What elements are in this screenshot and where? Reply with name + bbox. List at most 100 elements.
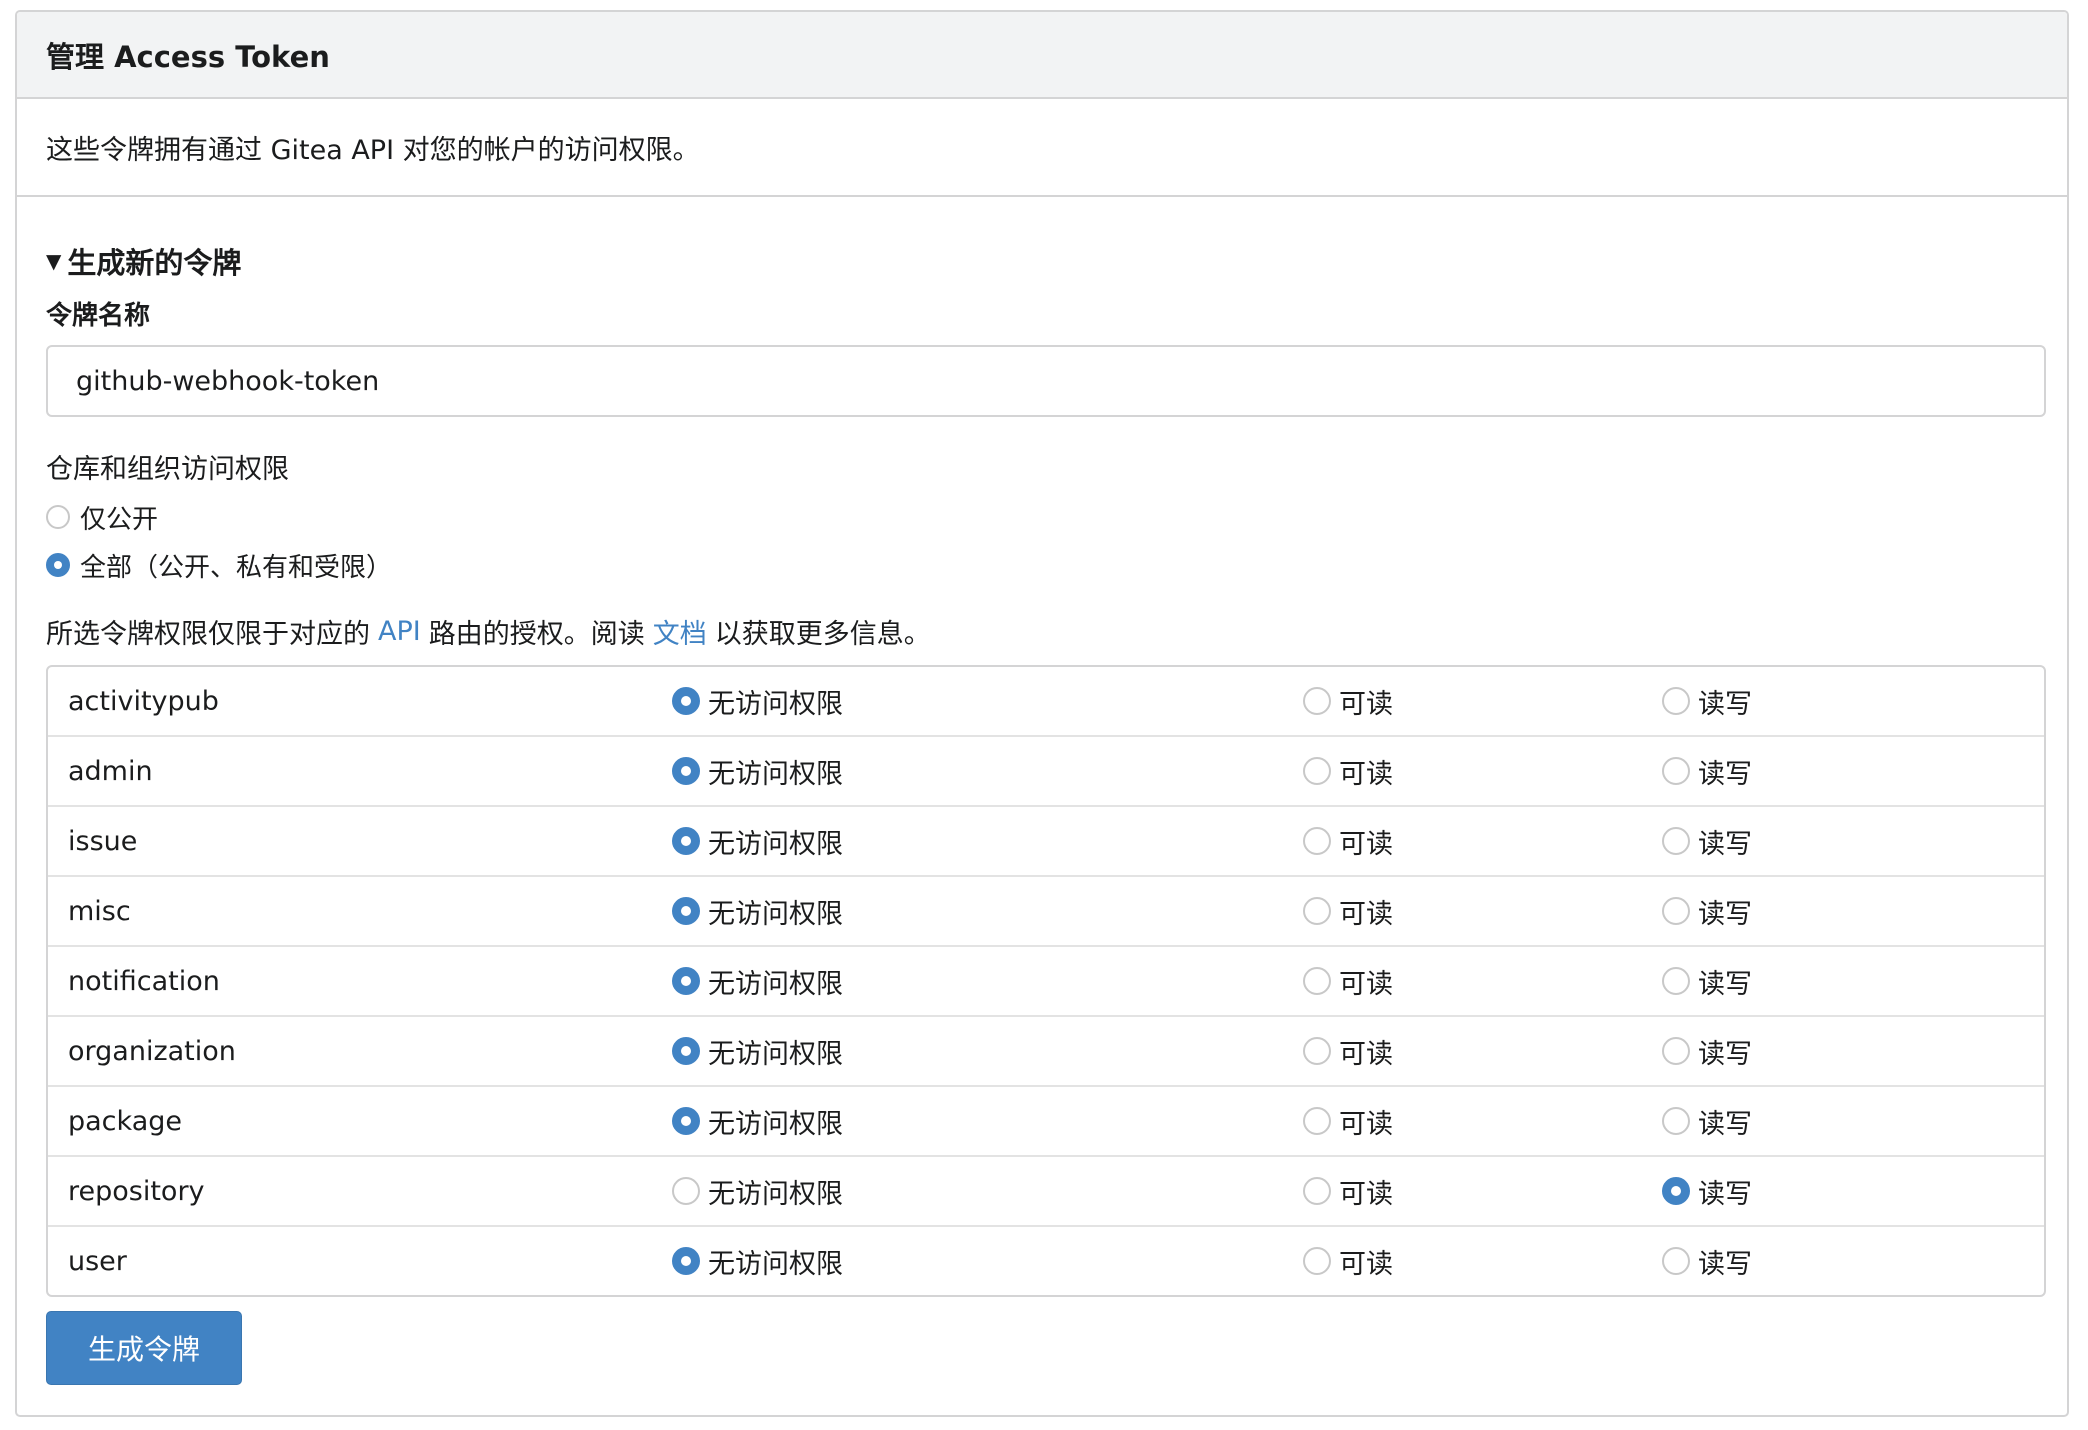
scope-option-label: 可读 xyxy=(1339,758,1393,790)
radio-button[interactable] xyxy=(1662,1037,1690,1065)
radio-button[interactable] xyxy=(672,687,700,715)
scope-name: activitypub xyxy=(68,685,219,717)
radio-button[interactable] xyxy=(1662,687,1690,715)
radio-button[interactable] xyxy=(1303,1247,1331,1275)
scope-row-issue: issue 无访问权限 可读 读写 xyxy=(48,807,2044,877)
scope-name: notification xyxy=(68,965,220,997)
scope-option[interactable]: 读写 xyxy=(1662,737,1752,805)
radio-button[interactable] xyxy=(1303,1037,1331,1065)
scope-option[interactable]: 读写 xyxy=(1662,807,1752,875)
scope-option[interactable]: 可读 xyxy=(1303,1087,1393,1155)
radio-button[interactable] xyxy=(1303,897,1331,925)
repo-access-label: 仓库和组织访问权限 xyxy=(46,454,289,485)
radio-button[interactable] xyxy=(672,1177,700,1205)
scope-option[interactable]: 无访问权限 xyxy=(672,1157,843,1225)
scope-option-label: 读写 xyxy=(1698,688,1752,720)
scope-option[interactable]: 无访问权限 xyxy=(672,877,843,945)
scope-row-notification: notification 无访问权限 可读 读写 xyxy=(48,947,2044,1017)
radio-button[interactable] xyxy=(672,1107,700,1135)
scope-option[interactable]: 读写 xyxy=(1662,1227,1752,1295)
scope-option-label: 读写 xyxy=(1698,1038,1752,1070)
help-middle: 路由的授权。阅读 xyxy=(428,618,645,650)
scope-option[interactable]: 无访问权限 xyxy=(672,1017,843,1085)
scope-row-admin: admin 无访问权限 可读 读写 xyxy=(48,737,2044,807)
scope-option[interactable]: 可读 xyxy=(1303,807,1393,875)
radio-button[interactable] xyxy=(672,1037,700,1065)
radio-button[interactable] xyxy=(672,827,700,855)
radio-button[interactable] xyxy=(1303,1177,1331,1205)
radio-button[interactable] xyxy=(1303,687,1331,715)
scope-option[interactable]: 可读 xyxy=(1303,667,1393,735)
scope-help-text: 所选令牌权限仅限于对应的 API 路由的授权。阅读 文档 以获取更多信息。 xyxy=(46,611,2040,651)
scope-option-label: 无访问权限 xyxy=(708,898,843,930)
scope-row-repository: repository 无访问权限 可读 读写 xyxy=(48,1157,2044,1227)
scope-row-user: user 无访问权限 可读 读写 xyxy=(48,1227,2044,1295)
scope-option-label: 无访问权限 xyxy=(708,1178,843,1210)
radio-button[interactable] xyxy=(1662,757,1690,785)
scope-name: misc xyxy=(68,895,131,927)
radio-button[interactable] xyxy=(46,505,70,529)
radio-button[interactable] xyxy=(1303,757,1331,785)
radio-button[interactable] xyxy=(1662,897,1690,925)
scope-option-label: 可读 xyxy=(1339,1248,1393,1280)
scope-option[interactable]: 无访问权限 xyxy=(672,1227,843,1295)
scope-option-label: 可读 xyxy=(1339,1178,1393,1210)
scope-option[interactable]: 可读 xyxy=(1303,1017,1393,1085)
scope-option[interactable]: 可读 xyxy=(1303,1157,1393,1225)
scope-option[interactable]: 可读 xyxy=(1303,1227,1393,1295)
generate-token-form: ▼ 生成新的令牌 令牌名称 github-webhook-token 仓库和组织… xyxy=(17,241,2067,1385)
radio-button[interactable] xyxy=(672,967,700,995)
scope-option[interactable]: 读写 xyxy=(1662,667,1752,735)
generate-token-button[interactable]: 生成令牌 xyxy=(46,1311,242,1385)
scope-option-label: 无访问权限 xyxy=(708,758,843,790)
api-link[interactable]: API xyxy=(378,616,421,647)
radio-button[interactable] xyxy=(1662,827,1690,855)
scope-row-misc: misc 无访问权限 可读 读写 xyxy=(48,877,2044,947)
scope-row-package: package 无访问权限 可读 读写 xyxy=(48,1087,2044,1157)
scope-option[interactable]: 可读 xyxy=(1303,737,1393,805)
scope-option[interactable]: 读写 xyxy=(1662,877,1752,945)
radio-button[interactable] xyxy=(1303,967,1331,995)
scope-option[interactable]: 读写 xyxy=(1662,1087,1752,1155)
scope-option[interactable]: 无访问权限 xyxy=(672,807,843,875)
radio-button[interactable] xyxy=(672,757,700,785)
summary-label: 生成新的令牌 xyxy=(67,246,242,280)
scope-option[interactable]: 无访问权限 xyxy=(672,737,843,805)
repo-access-option[interactable]: 仅公开 xyxy=(46,493,2040,541)
repo-access-options: 仅公开全部（公开、私有和受限） xyxy=(46,493,2040,589)
scope-option[interactable]: 读写 xyxy=(1662,947,1752,1015)
scope-name: issue xyxy=(68,825,138,857)
token-name-input[interactable]: github-webhook-token xyxy=(46,345,2046,417)
scope-option-label: 读写 xyxy=(1698,968,1752,1000)
scope-option[interactable]: 可读 xyxy=(1303,877,1393,945)
docs-link[interactable]: 文档 xyxy=(653,612,707,651)
radio-button[interactable] xyxy=(1662,1247,1690,1275)
repo-access-option-label: 全部（公开、私有和受限） xyxy=(80,552,393,583)
scope-row-organization: organization 无访问权限 可读 读写 xyxy=(48,1017,2044,1087)
scope-option-label: 可读 xyxy=(1339,688,1393,720)
repo-access-option[interactable]: 全部（公开、私有和受限） xyxy=(46,541,2040,589)
scope-option[interactable]: 无访问权限 xyxy=(672,667,843,735)
scope-option[interactable]: 可读 xyxy=(1303,947,1393,1015)
scope-option[interactable]: 无访问权限 xyxy=(672,947,843,1015)
scope-option-label: 读写 xyxy=(1698,1248,1752,1280)
radio-button[interactable] xyxy=(1303,827,1331,855)
radio-button[interactable] xyxy=(46,553,70,577)
scope-option[interactable]: 读写 xyxy=(1662,1017,1752,1085)
scope-option-label: 读写 xyxy=(1698,898,1752,930)
help-suffix: 以获取更多信息。 xyxy=(714,618,931,650)
scope-option[interactable]: 无访问权限 xyxy=(672,1087,843,1155)
scope-row-activitypub: activitypub 无访问权限 可读 读写 xyxy=(48,667,2044,737)
radio-button[interactable] xyxy=(1662,967,1690,995)
radio-button[interactable] xyxy=(1303,1107,1331,1135)
scope-option[interactable]: 读写 xyxy=(1662,1157,1752,1225)
radio-button[interactable] xyxy=(672,1247,700,1275)
radio-button[interactable] xyxy=(1662,1177,1690,1205)
scope-option-label: 无访问权限 xyxy=(708,1108,843,1140)
radio-button[interactable] xyxy=(672,897,700,925)
generate-token-summary[interactable]: ▼ 生成新的令牌 xyxy=(46,241,2040,281)
scope-name: repository xyxy=(68,1175,205,1207)
scope-option-label: 可读 xyxy=(1339,898,1393,930)
radio-button[interactable] xyxy=(1662,1107,1690,1135)
scope-option-label: 可读 xyxy=(1339,968,1393,1000)
